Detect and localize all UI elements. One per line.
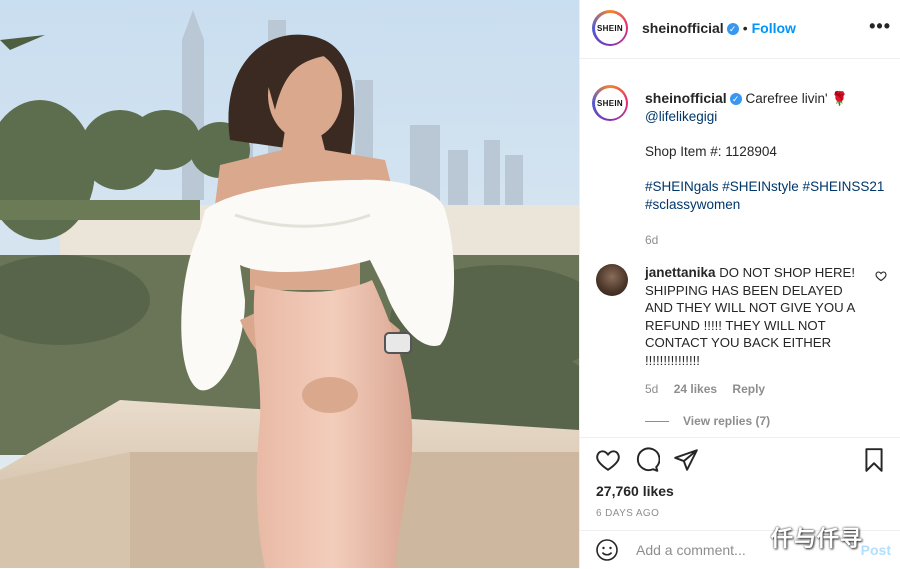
like-heart-icon[interactable] — [595, 447, 621, 473]
caption-username-link[interactable]: sheinofficial — [645, 90, 727, 106]
caption-body: sheinofficial ✓ Carefree livin' 🌹 @lifeli… — [645, 89, 890, 249]
more-options-icon[interactable]: ••• — [869, 16, 891, 37]
view-replies-label: View replies (7) — [683, 414, 771, 428]
rose-emoji: 🌹 — [831, 91, 849, 106]
photo-illustration — [0, 0, 579, 568]
comment-bubble-icon[interactable] — [634, 447, 660, 473]
comment-text: DO NOT SHOP HERE! SHIPPING HAS BEEN DELA… — [645, 265, 856, 368]
likes-count[interactable]: 27,760 likes — [596, 483, 674, 499]
reply-button[interactable]: Reply — [732, 382, 765, 396]
verified-badge-icon: ✓ — [729, 93, 742, 105]
replies-divider-line — [645, 421, 669, 423]
follow-button[interactable]: Follow — [752, 20, 796, 36]
post-timestamp: 6 DAYS AGO — [596, 508, 660, 519]
share-paper-plane-icon[interactable] — [673, 447, 699, 473]
post-comment-button[interactable]: Post — [861, 542, 891, 558]
hashtags-line-2[interactable]: #sclassywomen — [645, 196, 890, 214]
mention-link[interactable]: @lifelikegigi — [645, 108, 890, 126]
watermark-text: 仟与仟寻 — [771, 527, 864, 552]
avatar-logo-text: SHEIN — [594, 12, 626, 44]
view-replies-button[interactable]: View replies (7) — [645, 414, 770, 428]
post-sidebar: SHEIN sheinofficial ✓ • Follow ••• SHEIN sh… — [579, 0, 900, 568]
post-header: SHEIN sheinofficial ✓ • Follow ••• — [580, 0, 900, 59]
separator-dot: • — [742, 20, 748, 36]
emoji-smiley-icon[interactable] — [595, 538, 619, 562]
caption-age: 6d — [645, 233, 659, 247]
comment-like-heart-icon[interactable] — [875, 270, 887, 282]
username-link[interactable]: sheinofficial — [642, 20, 724, 36]
save-bookmark-icon[interactable] — [861, 447, 887, 473]
post-photo[interactable] — [0, 0, 579, 568]
comment-meta: 5d 24 likes Reply — [645, 382, 777, 396]
comment-likes[interactable]: 24 likes — [674, 382, 717, 396]
hashtags-line-1[interactable]: #SHEINgals #SHEINstyle #SHEINSS21 — [645, 178, 890, 196]
header-user-row: sheinofficial ✓ • Follow — [642, 20, 796, 38]
avatar-logo-text: SHEIN — [594, 87, 626, 119]
instagram-post-view: SHEIN sheinofficial ✓ • Follow ••• SHEIN sh… — [0, 0, 900, 568]
comment-age: 5d — [645, 382, 659, 396]
comment-body: janettanika DO NOT SHOP HERE! SHIPPING H… — [645, 264, 865, 370]
verified-badge-icon: ✓ — [726, 23, 739, 35]
caption-avatar[interactable]: SHEIN — [592, 85, 628, 121]
commenter-avatar[interactable] — [596, 264, 628, 296]
commenter-username-link[interactable]: janettanika — [645, 265, 716, 280]
shop-item-text: Shop Item #: 1128904 — [645, 144, 777, 159]
caption-text: Carefree livin' — [745, 91, 828, 106]
profile-avatar[interactable]: SHEIN — [592, 10, 628, 46]
